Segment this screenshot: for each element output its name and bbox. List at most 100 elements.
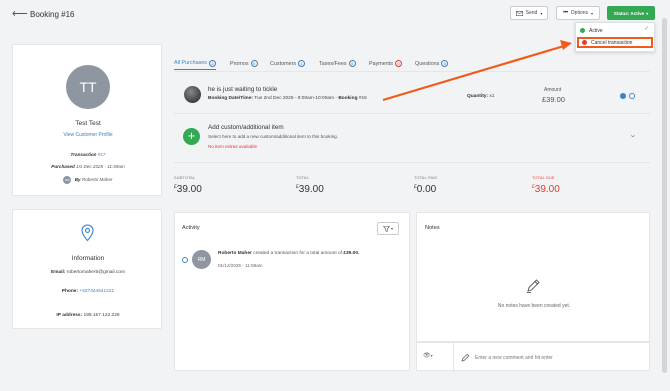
status-dot-red	[582, 40, 587, 45]
visibility-toggle[interactable]: 👁▾	[423, 352, 433, 359]
plus-icon[interactable]: +	[183, 128, 200, 145]
subtotal-label: SUBTOTAL	[174, 176, 196, 180]
activity-panel: Activity ▾ RM Roberto Maher created a tr…	[174, 212, 410, 371]
timeline-dot	[182, 257, 188, 263]
notes-empty-message: No notes have been created yet.	[497, 303, 571, 309]
tab-promos[interactable]: Promos 0	[230, 57, 258, 70]
transaction-label: Transaction	[70, 152, 97, 157]
purchased-by-line: RM By Roberto Maher	[13, 176, 163, 184]
tab-count-badge: 0	[348, 60, 356, 67]
view-customer-profile-link[interactable]: View Customer Profile	[13, 132, 163, 138]
booking-date-value: Tue 2nd Dec 2025 - 9:00am-10:00am -	[254, 96, 337, 101]
status-dropdown-button[interactable]: Status: Active ▾	[607, 6, 655, 20]
tab-count-badge: 0	[441, 60, 449, 67]
send-label: Send	[525, 10, 538, 16]
add-item-description: Select here to add a new custom/addition…	[208, 134, 338, 139]
annotation-arrow-head	[560, 40, 572, 50]
ip-label: IP address:	[56, 313, 83, 318]
notes-panel: Notes No notes have been created yet.	[416, 212, 650, 342]
status-radio[interactable]	[629, 93, 635, 99]
purchase-tabs: All Purchases 2 Promos 0 Customers 1 Tax…	[174, 57, 650, 71]
totals-row: SUBTOTAL £39.00 TOTAL £39.00 TOTAL PAID …	[174, 176, 650, 202]
total-paid-value-line: £0.00	[414, 184, 437, 195]
page-header: ⟵ Booking #16 Send ▾ ••• Options ▾ Statu…	[0, 0, 670, 30]
ip-row: IP address: 189.157.122.228	[13, 313, 163, 318]
add-item-title: Add custom/additional item	[208, 124, 284, 131]
booking-date-line: Booking Date/Time: Tue 2nd Dec 2025 - 9:…	[208, 96, 367, 101]
tab-count-badge: 0	[250, 60, 258, 67]
total-paid-label: TOTAL PAID	[414, 176, 438, 180]
purchase-row[interactable]: he is just waiting to tickle Booking Dat…	[174, 76, 650, 114]
avatar: RM	[63, 176, 72, 184]
quantity-value: x1	[489, 94, 495, 99]
tab-questions[interactable]: Questions 0	[415, 57, 449, 70]
status-option-active[interactable]: Active ✓	[580, 25, 652, 36]
by-name: Roberto Maher	[81, 177, 113, 183]
tab-label: Taxes/Fees	[319, 60, 347, 67]
total-due-value: 39.00	[534, 184, 560, 195]
tab-payments[interactable]: Payments 0	[369, 57, 402, 70]
status-option-label: Active	[589, 27, 603, 34]
activity-title: Activity	[182, 225, 200, 231]
email-value: robertomaher5@gmail.com	[66, 270, 125, 275]
tabs-divider	[174, 71, 650, 72]
caret-down-icon: ▾	[591, 10, 594, 16]
add-custom-item-row[interactable]: + Add custom/additional item Select here…	[174, 117, 650, 163]
total-value-line: £39.00	[296, 184, 324, 195]
status-dot-green	[580, 28, 585, 33]
comment-bar: 👁▾	[416, 342, 650, 372]
caret-down-icon: ▾	[646, 10, 649, 16]
tab-all-purchases[interactable]: All Purchases 2	[174, 57, 216, 70]
subtotal-value-line: £39.00	[174, 184, 202, 195]
tab-label: Payments	[369, 60, 393, 67]
information-title: Information	[71, 255, 105, 262]
status-option-cancel-transaction[interactable]: Cancel transaction	[577, 37, 653, 48]
purchased-label: Purchased	[51, 164, 75, 169]
scrollbar-thumb[interactable]	[662, 18, 667, 373]
activity-filter-button[interactable]: ▾	[377, 222, 399, 235]
information-card: Information Email: robertomaher5@gmail.c…	[12, 209, 162, 329]
status-label: Status: Active	[613, 10, 645, 16]
item-name: he is just waiting to tickle	[208, 86, 278, 93]
chevron-down-icon[interactable]: ⌄	[629, 131, 638, 139]
total-label: TOTAL	[296, 176, 309, 180]
activity-amount: £39.00.	[343, 251, 360, 256]
tab-count-badge: 2	[208, 59, 216, 67]
activity-actor: Roberto Maher	[218, 251, 252, 256]
activity-text: Roberto Maher created a transaction for …	[218, 251, 408, 256]
status-option-label: Cancel transaction	[591, 39, 633, 46]
comment-input[interactable]	[475, 352, 645, 364]
by-label: By	[74, 177, 81, 183]
transaction-line: Transaction #17	[13, 152, 163, 157]
booking-date-label: Booking Date/Time:	[208, 96, 253, 101]
tab-label: Promos	[230, 60, 249, 67]
total: TOTAL £39.00	[296, 176, 324, 195]
transaction-id-link[interactable]: #17	[98, 152, 106, 157]
eye-slash-icon: 👁	[423, 353, 431, 359]
customer-profile-card: TT Test Test View Customer Profile Trans…	[12, 44, 162, 196]
tab-label: All Purchases	[174, 60, 207, 66]
options-label: Options	[570, 10, 589, 16]
phone-link[interactable]: +527444541221	[79, 289, 114, 294]
email-row: Email: robertomaher5@gmail.com	[13, 270, 163, 275]
arrow-left-icon[interactable]: ⟵	[12, 9, 28, 20]
booking-label: Booking	[338, 96, 358, 101]
total-value: 39.00	[298, 184, 324, 195]
activity-action: created a transaction for a total amount…	[253, 251, 342, 256]
tab-label: Questions	[415, 60, 440, 67]
check-icon: ✓	[643, 26, 649, 32]
phone-label: Phone:	[61, 289, 79, 294]
quantity: Quantity: x1	[467, 94, 494, 99]
purchased-value: 1st Dec 2025 - 11:59am	[76, 164, 125, 169]
booking-id: #16	[358, 96, 367, 101]
status-radio-selected[interactable]	[620, 93, 626, 99]
filter-icon	[382, 225, 390, 232]
tab-customers[interactable]: Customers 1	[270, 57, 306, 70]
phone-row: Phone: +527444541221	[13, 289, 163, 294]
options-button[interactable]: ••• Options ▾	[556, 6, 600, 20]
item-thumbnail	[184, 86, 201, 103]
caret-down-icon: ▾	[390, 226, 393, 231]
send-button[interactable]: Send ▾	[510, 6, 548, 20]
status-menu: Active ✓ Cancel transaction	[575, 22, 655, 52]
tab-taxes-fees[interactable]: Taxes/Fees 0	[319, 57, 356, 70]
